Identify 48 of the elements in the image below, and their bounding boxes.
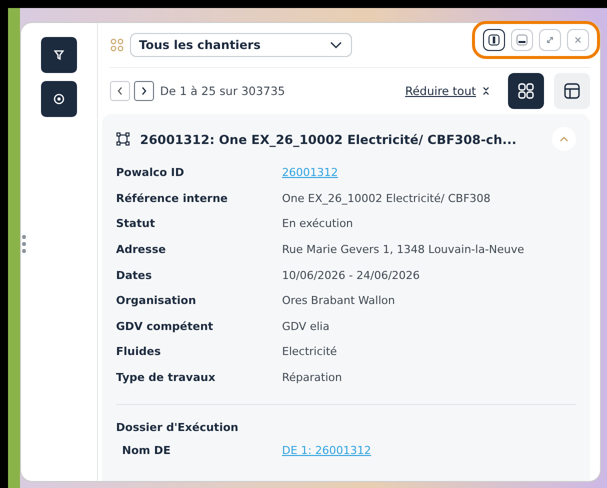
field-value: GDV elia xyxy=(282,318,330,335)
grid-icon xyxy=(110,38,124,52)
expand-icon xyxy=(544,34,556,46)
field-label: Dates xyxy=(116,268,153,284)
cards-view-icon xyxy=(517,82,535,100)
card-title: 26001312: One EX_26_10002 Electricité/ CBF308-ch... xyxy=(140,132,518,146)
collapse-all-link[interactable]: Réduire tout xyxy=(405,84,476,98)
filter-button[interactable] xyxy=(41,37,77,73)
chevron-down-icon xyxy=(330,41,342,49)
table-view-icon xyxy=(563,82,581,100)
collapse-icon xyxy=(482,86,490,96)
field-label: Nom DE xyxy=(122,442,172,459)
field-label: Powalco ID xyxy=(116,165,186,182)
next-page-button[interactable] xyxy=(134,81,154,101)
field-label: Adresse xyxy=(116,242,167,258)
expand-button[interactable] xyxy=(539,29,561,51)
chevron-right-icon xyxy=(140,86,148,96)
filter-dropdown[interactable]: Tous les chantiers xyxy=(130,33,352,57)
filter-icon xyxy=(53,49,65,61)
split-icon xyxy=(488,34,500,46)
drag-handle[interactable] xyxy=(20,233,28,255)
table-view-button[interactable] xyxy=(554,73,590,109)
field-value: Electricité xyxy=(282,344,338,360)
dock-bottom-button[interactable] xyxy=(511,29,533,51)
chevron-up-icon xyxy=(559,136,569,142)
field-label: Référence interne xyxy=(116,190,229,207)
page-range-text: De 1 à 25 sur 303735 xyxy=(160,84,286,98)
split-view-button[interactable] xyxy=(483,29,505,51)
close-button[interactable] xyxy=(567,29,589,51)
dock-bottom-icon xyxy=(516,34,528,46)
cards-view-button[interactable] xyxy=(508,73,544,109)
chevron-left-icon xyxy=(116,86,124,96)
previous-page-button[interactable] xyxy=(110,81,130,101)
field-label: Statut xyxy=(116,216,156,232)
target-button[interactable] xyxy=(41,81,77,117)
field-value: Réparation xyxy=(282,370,343,386)
polygon-icon xyxy=(116,132,130,146)
field-label: Fluides xyxy=(116,344,162,360)
field-value: En exécution xyxy=(282,216,354,232)
field-label: GDV compétent xyxy=(116,318,214,335)
field-value: Ores Brabant Wallon xyxy=(282,293,396,310)
section-title: Dossier d'Exécution xyxy=(116,420,240,436)
field-value: 10/06/2026 - 24/06/2026 xyxy=(282,268,421,284)
field-label: Type de travaux xyxy=(116,370,216,386)
field-value: One EX_26_10002 Electricité/ CBF308 xyxy=(282,190,492,207)
target-icon xyxy=(53,93,65,105)
field-label: Organisation xyxy=(116,293,198,310)
field-value: Rue Marie Gevers 1, 1348 Louvain-la-Neuve xyxy=(282,242,524,258)
